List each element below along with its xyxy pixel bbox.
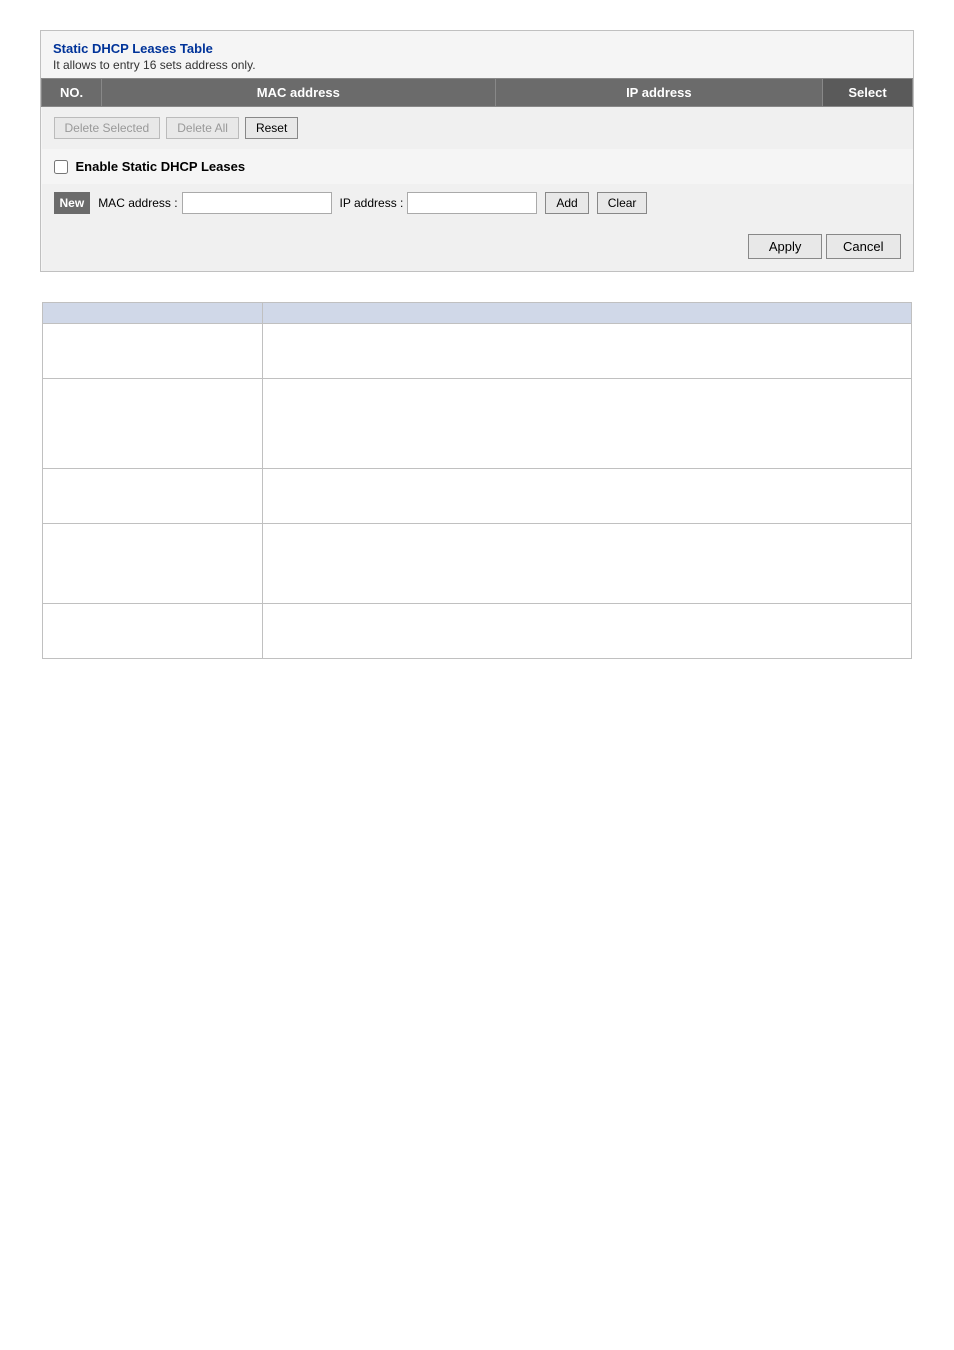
info-cell-left-2 — [43, 379, 263, 469]
ip-address-label: IP address : — [340, 196, 404, 210]
table-row — [43, 379, 912, 469]
delete-selected-button[interactable]: Delete Selected — [54, 117, 161, 139]
dhcp-table: NO. MAC address IP address Select Delete… — [41, 78, 913, 271]
col-header-select: Select — [823, 79, 913, 107]
dhcp-section-header: Static DHCP Leases Table It allows to en… — [41, 31, 913, 78]
col-header-ip: IP address — [495, 79, 822, 107]
enable-label-text: Enable Static DHCP Leases — [76, 159, 246, 174]
info-cell-right-1 — [263, 324, 912, 379]
info-cell-left-5 — [43, 604, 263, 659]
reset-button[interactable]: Reset — [245, 117, 298, 139]
info-cell-right-3 — [263, 469, 912, 524]
info-cell-right-2 — [263, 379, 912, 469]
clear-button[interactable]: Clear — [597, 192, 648, 214]
table-row — [43, 324, 912, 379]
info-col-header-right — [263, 303, 912, 324]
ip-address-input[interactable] — [407, 192, 537, 214]
buttons-container: Delete Selected Delete All Reset — [54, 117, 901, 139]
cancel-button[interactable]: Cancel — [826, 234, 900, 259]
delete-all-button[interactable]: Delete All — [166, 117, 239, 139]
table-row — [43, 524, 912, 604]
info-cell-right-5 — [263, 604, 912, 659]
apply-button[interactable]: Apply — [748, 234, 823, 259]
info-col-header-left — [43, 303, 263, 324]
enable-row: Enable Static DHCP Leases — [42, 149, 913, 184]
info-cell-left-1 — [43, 324, 263, 379]
add-button[interactable]: Add — [545, 192, 588, 214]
new-entry-row: New MAC address : IP address : Add Clear — [42, 184, 913, 222]
new-entry-container: New MAC address : IP address : Add Clear — [54, 192, 901, 214]
dhcp-section-subtitle: It allows to entry 16 sets address only. — [53, 58, 901, 72]
dhcp-section-title: Static DHCP Leases Table — [53, 41, 901, 56]
apply-cancel-row: Apply Cancel — [42, 222, 913, 271]
mac-field-group: MAC address : — [98, 192, 331, 214]
buttons-row: Delete Selected Delete All Reset — [42, 107, 913, 150]
enable-checkbox[interactable] — [54, 160, 68, 174]
table-row — [43, 469, 912, 524]
info-cell-left-3 — [43, 469, 263, 524]
dhcp-section: Static DHCP Leases Table It allows to en… — [40, 30, 914, 272]
new-label: New — [54, 192, 91, 214]
mac-address-input[interactable] — [182, 192, 332, 214]
enable-label[interactable]: Enable Static DHCP Leases — [54, 159, 901, 174]
info-cell-left-4 — [43, 524, 263, 604]
table-row — [43, 604, 912, 659]
col-header-mac: MAC address — [102, 79, 496, 107]
col-header-no: NO. — [42, 79, 102, 107]
info-cell-right-4 — [263, 524, 912, 604]
ip-field-group: IP address : — [340, 192, 538, 214]
info-table — [42, 302, 912, 659]
mac-address-label: MAC address : — [98, 196, 177, 210]
page-wrapper: Static DHCP Leases Table It allows to en… — [0, 0, 954, 689]
